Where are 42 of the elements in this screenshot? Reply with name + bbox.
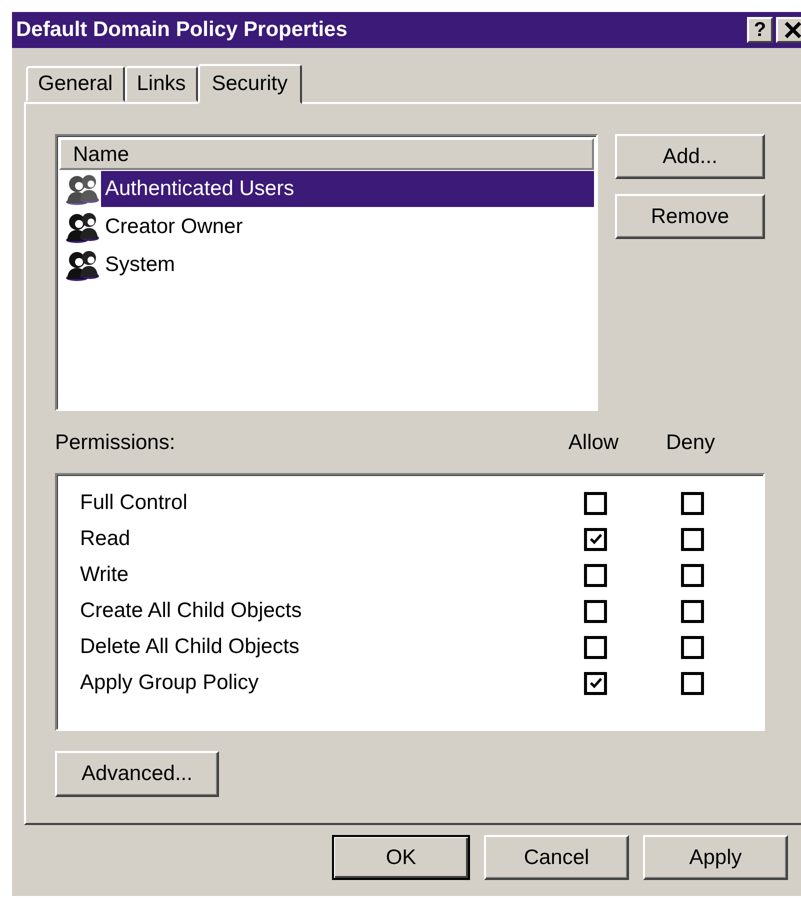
deny-header: Deny xyxy=(664,431,716,455)
deny-checkbox[interactable] xyxy=(681,564,704,586)
column-header[interactable]: Name xyxy=(59,138,594,170)
deny-checkbox[interactable] xyxy=(681,636,704,658)
list-button[interactable]: Add... xyxy=(615,134,765,179)
deny-checkbox[interactable] xyxy=(681,600,704,622)
users-icon xyxy=(65,211,99,243)
allow-checkbox[interactable] xyxy=(584,492,607,514)
users-icon xyxy=(65,173,99,205)
dialog-button[interactable]: Apply xyxy=(643,835,788,880)
checkmark-icon xyxy=(588,677,602,689)
allow-checkbox[interactable] xyxy=(584,636,607,658)
dialog-button[interactable]: OK xyxy=(332,835,470,880)
close-button[interactable] xyxy=(776,17,801,43)
list-button[interactable]: Remove xyxy=(615,194,765,239)
allow-checkbox[interactable] xyxy=(584,528,607,550)
permissions-label: Permissions: xyxy=(55,431,176,455)
permission-name: Read xyxy=(79,527,132,551)
users-icon xyxy=(65,249,99,281)
permission-name: Apply Group Policy xyxy=(79,671,260,695)
allow-checkbox[interactable] xyxy=(584,672,607,694)
help-button[interactable]: ? xyxy=(747,17,773,43)
window-title: Default Domain Policy Properties xyxy=(16,18,348,42)
allow-header: Allow xyxy=(567,431,620,455)
permission-name: Write xyxy=(79,563,130,587)
allow-checkbox[interactable] xyxy=(584,600,607,622)
user-list-item[interactable]: Authenticated Users xyxy=(101,171,594,207)
permission-name: Create All Child Objects xyxy=(79,599,303,623)
permission-name: Delete All Child Objects xyxy=(79,635,300,659)
user-list-item[interactable]: System xyxy=(101,247,594,283)
deny-checkbox[interactable] xyxy=(681,672,704,694)
deny-checkbox[interactable] xyxy=(681,492,704,514)
tab[interactable]: Links xyxy=(124,66,198,102)
user-list-item[interactable]: Creator Owner xyxy=(101,209,594,245)
checkmark-icon xyxy=(588,533,602,545)
deny-checkbox[interactable] xyxy=(681,528,704,550)
dialog-button[interactable]: Cancel xyxy=(484,835,629,880)
allow-checkbox[interactable] xyxy=(584,564,607,586)
permission-name: Full Control xyxy=(79,491,188,515)
tab[interactable]: Security xyxy=(198,64,302,104)
tab[interactable]: General xyxy=(26,66,125,102)
advanced-button[interactable]: Advanced... xyxy=(55,751,219,797)
